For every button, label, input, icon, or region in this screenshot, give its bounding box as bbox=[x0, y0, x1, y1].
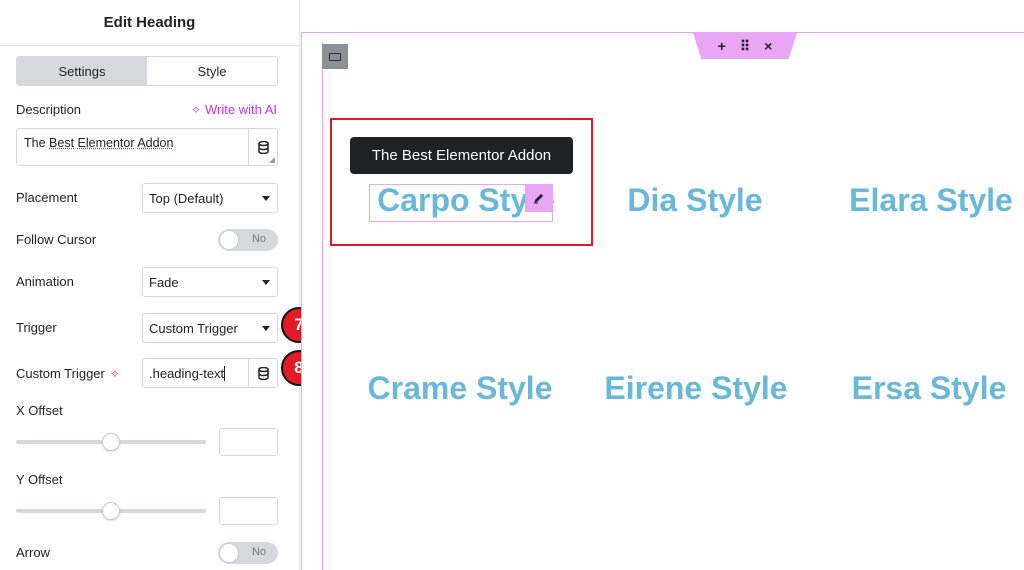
tab-style[interactable]: Style bbox=[147, 57, 277, 85]
y-offset-label: Y Offset bbox=[16, 472, 63, 487]
x-offset-label: X Offset bbox=[16, 403, 63, 418]
custom-trigger-label-row: Custom Trigger ✧ bbox=[16, 366, 120, 381]
edit-widget-button[interactable] bbox=[525, 184, 553, 212]
column-outline-left bbox=[322, 42, 323, 570]
column-icon bbox=[329, 52, 341, 61]
section-toolbar: + ⠿ × bbox=[693, 33, 797, 59]
tab-settings[interactable]: Settings bbox=[17, 57, 147, 85]
database-icon bbox=[257, 140, 269, 154]
description-textarea[interactable]: The Best Elementor Addon ◢ bbox=[16, 128, 278, 166]
chevron-down-icon bbox=[262, 196, 270, 201]
follow-cursor-label: Follow Cursor bbox=[16, 232, 97, 247]
section-outline-left bbox=[301, 32, 302, 570]
placement-value: Top (Default) bbox=[149, 190, 224, 206]
description-value: The Best Elementor Addon bbox=[24, 136, 174, 150]
pencil-icon bbox=[534, 193, 544, 204]
write-with-ai-link[interactable]: ✧ Write with AI bbox=[191, 102, 277, 117]
custom-trigger-label: Custom Trigger bbox=[16, 366, 105, 381]
add-section-icon[interactable]: + bbox=[718, 38, 726, 54]
database-icon bbox=[257, 366, 269, 380]
panel-title: Edit Heading bbox=[103, 14, 196, 31]
ai-sparkle-icon[interactable]: ✧ bbox=[110, 367, 120, 381]
chevron-down-icon bbox=[262, 280, 270, 285]
editor-panel: Edit Heading Settings Style Description … bbox=[0, 0, 300, 570]
heading-dia-style[interactable]: Dia Style bbox=[595, 182, 795, 219]
dynamic-tags-button[interactable] bbox=[248, 359, 277, 387]
toggle-knob bbox=[220, 231, 238, 249]
drag-handle-icon[interactable]: ⠿ bbox=[740, 38, 750, 55]
heading-ersa-style[interactable]: Ersa Style bbox=[839, 370, 1019, 407]
ai-sparkle-icon: ✧ bbox=[190, 102, 201, 117]
x-offset-slider[interactable] bbox=[16, 433, 206, 451]
tooltip: The Best Elementor Addon bbox=[350, 137, 573, 174]
editor-canvas[interactable]: + ⠿ × The Best Elementor Addon Carpo Sty… bbox=[301, 0, 1024, 570]
trigger-select[interactable]: Custom Trigger bbox=[142, 313, 278, 343]
placement-select[interactable]: Top (Default) bbox=[142, 183, 278, 213]
animation-select[interactable]: Fade bbox=[142, 267, 278, 297]
section-outline-top bbox=[301, 32, 1024, 33]
x-offset-input[interactable] bbox=[219, 428, 278, 456]
animation-value: Fade bbox=[149, 274, 179, 290]
trigger-value: Custom Trigger bbox=[149, 320, 238, 336]
arrow-toggle[interactable]: No bbox=[218, 542, 278, 564]
placement-label: Placement bbox=[16, 190, 78, 205]
column-handle[interactable] bbox=[322, 44, 348, 69]
toggle-knob bbox=[220, 544, 238, 562]
chevron-down-icon bbox=[262, 326, 270, 331]
description-label: Description bbox=[16, 102, 82, 117]
trigger-label: Trigger bbox=[16, 320, 57, 335]
resize-handle-icon[interactable]: ◢ bbox=[269, 155, 275, 164]
custom-trigger-input[interactable]: .heading-text bbox=[142, 358, 278, 388]
heading-elara-style[interactable]: Elara Style bbox=[821, 182, 1024, 219]
panel-header: Edit Heading bbox=[0, 0, 299, 46]
heading-crame-style[interactable]: Crame Style bbox=[351, 370, 569, 407]
toggle-state-label: No bbox=[251, 546, 266, 558]
y-offset-slider[interactable] bbox=[16, 502, 206, 520]
elementor-editor: Edit Heading Settings Style Description … bbox=[0, 0, 1024, 570]
arrow-label: Arrow bbox=[16, 545, 50, 560]
heading-eirene-style[interactable]: Eirene Style bbox=[591, 370, 801, 407]
write-with-ai-label: Write with AI bbox=[204, 102, 277, 117]
animation-label: Animation bbox=[16, 274, 74, 289]
slider-thumb[interactable] bbox=[102, 433, 120, 451]
toggle-state-label: No bbox=[251, 233, 266, 245]
slider-thumb[interactable] bbox=[102, 502, 120, 520]
y-offset-input[interactable] bbox=[219, 497, 278, 525]
panel-tabs: Settings Style bbox=[16, 56, 278, 86]
custom-trigger-value: .heading-text bbox=[149, 366, 226, 381]
close-icon[interactable]: × bbox=[764, 38, 772, 54]
follow-cursor-toggle[interactable]: No bbox=[218, 229, 278, 251]
